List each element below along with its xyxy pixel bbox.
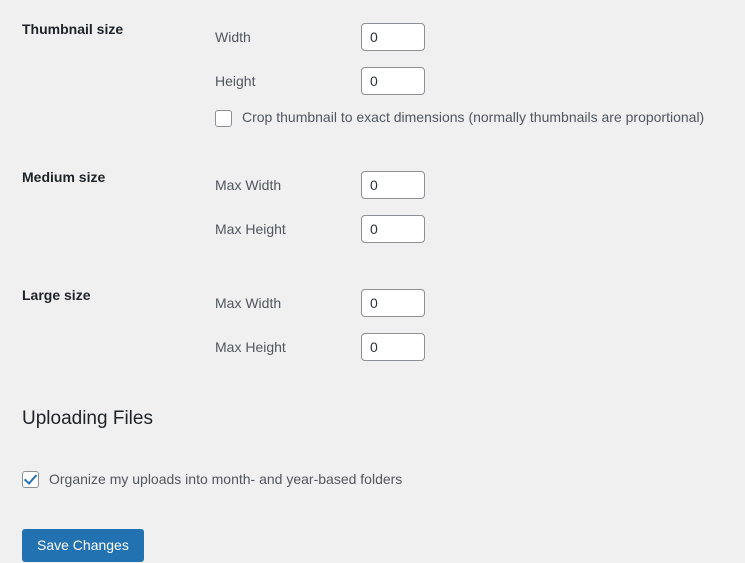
thumbnail-crop-checkbox[interactable] <box>215 109 232 127</box>
thumbnail-height-input[interactable] <box>361 67 425 95</box>
large-max-width-label: Max Width <box>215 295 282 311</box>
uploading-files-heading: Uploading Files <box>22 408 153 429</box>
thumbnail-crop-label: Crop thumbnail to exact dimensions (norm… <box>242 109 705 126</box>
save-changes-button[interactable]: Save Changes <box>22 528 144 562</box>
thumbnail-height-field: Height <box>215 59 735 103</box>
large-max-height-field: Max Height <box>215 325 735 369</box>
organize-uploads-row: Organize my uploads into month- and year… <box>22 465 745 495</box>
uploading-files-options: Organize my uploads into month- and year… <box>0 465 745 495</box>
thumbnail-width-field: Width <box>215 15 735 59</box>
submit-area: Save Changes <box>0 528 745 562</box>
thumbnail-crop-row: Crop thumbnail to exact dimensions (norm… <box>215 103 735 133</box>
thumbnail-size-fields: Width Height Crop thumbnail to exact dim… <box>215 0 745 148</box>
large-size-label: Large size <box>22 287 91 303</box>
large-max-width-field: Max Width <box>215 281 735 325</box>
medium-max-width-field: Max Width <box>215 163 735 207</box>
medium-max-width-label: Max Width <box>215 177 282 193</box>
media-settings-page: Thumbnail size Width Height Crop thumbna… <box>0 0 745 563</box>
large-max-height-label: Max Height <box>215 339 286 355</box>
medium-max-width-input[interactable] <box>361 171 425 199</box>
medium-size-row: Medium size Max Width Max Height <box>0 148 745 266</box>
large-size-fields: Max Width Max Height <box>215 266 745 384</box>
medium-size-fields: Max Width Max Height <box>215 148 745 266</box>
thumbnail-width-input[interactable] <box>361 23 425 51</box>
thumbnail-size-label: Thumbnail size <box>22 21 124 37</box>
large-size-row: Large size Max Width Max Height <box>0 266 745 384</box>
organize-uploads-checkbox[interactable] <box>22 471 39 489</box>
large-max-height-input[interactable] <box>361 333 425 361</box>
thumbnail-size-row: Thumbnail size Width Height Crop thumbna… <box>0 0 745 148</box>
media-settings-table: Thumbnail size Width Height Crop thumbna… <box>0 0 745 384</box>
thumbnail-width-label: Width <box>215 29 251 45</box>
medium-max-height-label: Max Height <box>215 221 286 237</box>
thumbnail-height-label: Height <box>215 73 256 89</box>
medium-max-height-input[interactable] <box>361 215 425 243</box>
organize-uploads-label: Organize my uploads into month- and year… <box>49 470 403 487</box>
medium-max-height-field: Max Height <box>215 207 735 251</box>
medium-size-label: Medium size <box>22 169 106 185</box>
large-max-width-input[interactable] <box>361 289 425 317</box>
